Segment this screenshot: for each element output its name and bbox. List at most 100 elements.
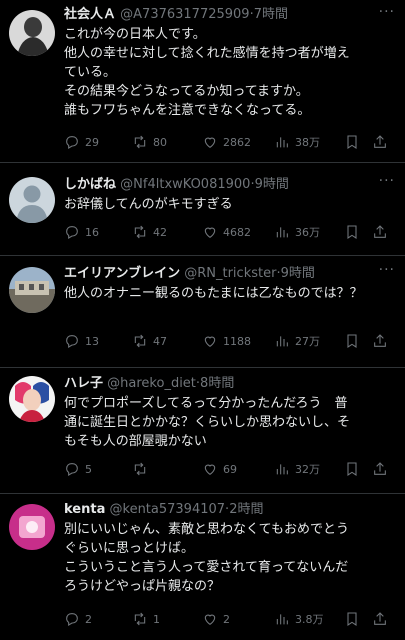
share-icon [374,135,386,148]
tweet-text: 何でプロポーズしてるって分かったんだろう 普 通に誕生日とかかな？くらいしか思わ… [64,396,351,449]
bookmark-button[interactable] [344,224,365,240]
views-icon [276,336,288,347]
retweet-button[interactable]: 42 [132,224,167,240]
more-icon[interactable]: ··· [379,4,395,20]
retweet-button[interactable]: 1 [132,611,160,627]
timestamp[interactable]: 2時間 [229,502,263,517]
bookmark-icon [347,334,357,348]
avatar[interactable] [9,177,55,223]
views-button[interactable]: 3.8万 [274,611,324,627]
like-button[interactable]: 2 [202,611,230,627]
display-name[interactable]: エイリアンブレイン [64,266,180,281]
reply-count: 13 [85,334,99,348]
views-button[interactable]: 32万 [274,461,320,477]
tweet[interactable]: 社会人Ａ @A7376317725909·7時間 これが今の日本人です。 他人の… [0,0,405,163]
bookmark-button[interactable] [344,333,365,349]
bookmark-icon [347,612,357,626]
share-button[interactable] [372,333,393,349]
reply-button[interactable]: 16 [64,224,99,240]
display-name[interactable]: しかばね [64,177,116,192]
retweet-icon [134,334,146,348]
share-button[interactable] [372,461,393,477]
retweet-button[interactable]: 80 [132,134,167,150]
like-icon [204,336,216,347]
like-count: 1188 [223,334,251,348]
views-icon [276,137,288,148]
views-button[interactable]: 36万 [274,224,320,240]
bookmark-button[interactable] [344,611,365,627]
avatar[interactable] [9,10,55,56]
reply-count: 16 [85,225,99,239]
timestamp[interactable]: 8時間 [200,376,234,391]
view-count: 3.8万 [295,613,324,626]
retweet-count: 47 [153,334,167,348]
user-handle[interactable]: @Nf4ltxwKO081900 [120,177,250,192]
reply-button[interactable]: 13 [64,333,99,349]
share-icon [374,462,386,475]
avatar[interactable] [9,267,55,313]
retweet-count: 42 [153,225,167,239]
views-button[interactable]: 27万 [274,333,320,349]
tweet-text: 他人のオナニー観るのもたまには乙なものでは？？ [64,286,363,301]
reply-button[interactable]: 5 [64,461,92,477]
retweet-button[interactable] [132,461,153,477]
tweet-text: 別にいいじゃん、素敵と思わなくてもおめでとう ぐらいに思っとけば。 こういうこと… [64,522,349,594]
view-count: 27万 [295,335,320,348]
like-count: 69 [223,462,237,476]
user-handle[interactable]: @A7376317725909 [120,7,249,22]
like-button[interactable]: 1188 [202,333,251,349]
display-name[interactable]: ハレ子 [64,376,103,391]
tweet[interactable]: しかばね @Nf4ltxwKO081900·9時間 お辞儀してんのがキモすぎる … [0,163,405,256]
like-button[interactable]: 2862 [202,134,251,150]
share-icon [374,334,386,347]
reply-button[interactable]: 2 [64,611,92,627]
tweet-text: お辞儀してんのがキモすぎる [64,197,233,212]
bookmark-button[interactable] [344,461,365,477]
like-button[interactable]: 4682 [202,224,251,240]
user-handle[interactable]: @hareko_diet [107,376,196,391]
views-icon [276,227,288,238]
share-button[interactable] [372,224,393,240]
bookmark-icon [347,225,357,239]
timeline-feed: 社会人Ａ @A7376317725909·7時間 これが今の日本人です。 他人の… [0,0,405,640]
retweet-button[interactable]: 47 [132,333,167,349]
timestamp[interactable]: 9時間 [255,177,289,192]
bookmark-icon [347,135,357,149]
share-icon [374,225,386,238]
tweet[interactable]: ハレ子 @hareko_diet·8時間 何でプロポーズしてるって分かったんだろ… [0,368,405,494]
like-count: 2862 [223,135,251,149]
more-icon[interactable]: ··· [379,173,395,189]
bookmark-icon [347,462,357,476]
like-icon [204,227,216,238]
reply-count: 2 [85,612,92,626]
like-button[interactable]: 69 [202,461,237,477]
like-icon [204,614,216,625]
timestamp[interactable]: 7時間 [254,7,288,22]
avatar[interactable] [9,504,55,550]
display-name[interactable]: kenta [64,502,105,517]
share-button[interactable] [372,611,393,627]
bookmark-button[interactable] [344,134,365,150]
view-count: 36万 [295,226,320,239]
reply-button[interactable]: 29 [64,134,99,150]
retweet-count: 1 [153,612,160,626]
views-icon [276,614,288,625]
views-icon [276,464,288,475]
more-icon[interactable]: ··· [379,262,395,278]
retweet-icon [134,612,146,626]
reply-icon [66,335,78,348]
tweet[interactable]: kenta @kenta57394107·2時間 別にいいじゃん、素敵と思わなく… [0,494,405,640]
share-button[interactable] [372,134,393,150]
user-handle[interactable]: @kenta57394107 [110,502,226,517]
reply-icon [66,463,78,476]
views-button[interactable]: 38万 [274,134,320,150]
avatar[interactable] [9,376,55,422]
timestamp[interactable]: 9時間 [281,266,315,281]
display-name[interactable]: 社会人Ａ [64,7,116,22]
reply-count: 29 [85,135,99,149]
retweet-count: 80 [153,135,167,149]
user-handle[interactable]: @RN_trickster [184,266,276,281]
tweet[interactable]: エイリアンブレイン @RN_trickster·9時間 他人のオナニー観るのもた… [0,256,405,368]
like-icon [204,137,216,148]
view-count: 38万 [295,136,320,149]
